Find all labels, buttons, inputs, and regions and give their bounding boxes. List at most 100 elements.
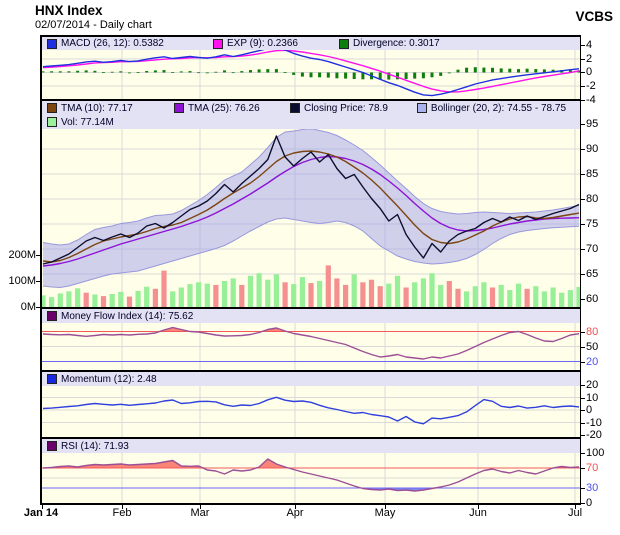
divergence-bar (413, 73, 416, 79)
volume-axis-label: 200M (0, 249, 36, 261)
divergence-bar (42, 71, 45, 72)
y-axis-tick (581, 149, 585, 150)
divergence-bar (526, 69, 529, 73)
divergence-bar (431, 73, 434, 78)
momentum-panel: Momentum (12): 2.48 (40, 370, 581, 437)
legend-color-swatch (47, 39, 57, 49)
volume-bar (58, 294, 63, 308)
y-axis-label: 50 (586, 341, 598, 353)
legend-label: Vol: 77.14M (61, 117, 114, 128)
volume-bar (231, 278, 236, 307)
volume-bar (369, 280, 374, 307)
volume-bar (525, 289, 530, 307)
macd-legend: MACD (26, 12): 0.5382EXP (9): 0.2366Dive… (42, 37, 580, 50)
divergence-bar (344, 73, 347, 79)
volume-bar (533, 286, 538, 307)
y-axis-tick (581, 347, 585, 348)
divergence-bar (284, 72, 287, 73)
divergence-bar (206, 73, 209, 74)
legend-color-swatch (47, 374, 57, 384)
volume-bar (360, 282, 365, 307)
volume-bar (213, 285, 218, 307)
volume-axis-tick (36, 255, 40, 256)
legend-label: TMA (10): 77.17 (61, 103, 133, 114)
divergence-bar (405, 73, 408, 80)
volume-bar (576, 287, 580, 307)
volume-bar (404, 288, 409, 308)
volume-bar (395, 276, 400, 307)
volume-bar (481, 282, 486, 307)
y-axis-label: 60 (586, 293, 598, 305)
legend-item: Closing Price: 78.9 (290, 103, 403, 114)
volume-bar (136, 291, 141, 307)
volume-bar (317, 281, 322, 307)
volume-bar (274, 275, 279, 308)
volume-bar (222, 281, 227, 307)
volume-bar (66, 291, 71, 307)
divergence-bar (137, 72, 140, 73)
legend-label: Closing Price: 78.9 (304, 103, 388, 114)
volume-bar (300, 277, 305, 307)
overbought-fill (43, 328, 579, 332)
y-axis-label: 80 (586, 326, 598, 338)
legend-item: Momentum (12): 2.48 (47, 374, 157, 385)
chart-page: HNX Index 02/07/2014 - Daily chart VCBS … (0, 0, 620, 535)
y-axis-tick (581, 453, 585, 454)
volume-axis-label: 0M (0, 301, 36, 313)
volume-bar (516, 284, 521, 307)
mfi-panel: Money Flow Index (14): 75.62 (40, 307, 581, 370)
y-axis-tick (581, 299, 585, 300)
divergence-bar (508, 69, 511, 73)
y-axis-tick (581, 398, 585, 399)
y-axis-tick (581, 468, 585, 469)
divergence-bar (223, 70, 226, 72)
legend-color-swatch (47, 103, 57, 113)
y-axis-label: 95 (586, 118, 598, 130)
y-axis-label: 10 (586, 392, 598, 404)
y-axis-tick (581, 224, 585, 225)
y-axis-tick (581, 332, 585, 333)
legend-color-swatch (174, 103, 184, 113)
volume-axis-tick (36, 307, 40, 308)
divergence-bar (119, 71, 122, 72)
volume-bar (326, 265, 331, 307)
y-axis-label: 0 (586, 66, 592, 78)
y-axis-tick (581, 199, 585, 200)
legend-item: TMA (25): 76.26 (174, 103, 276, 114)
volume-bar (551, 288, 556, 308)
volume-bar (110, 294, 115, 307)
legend-color-swatch (339, 39, 349, 49)
divergence-bar (292, 73, 295, 75)
y-axis-label: 0 (586, 497, 592, 509)
divergence-bar (275, 69, 278, 72)
x-axis-label: Feb (113, 507, 132, 520)
divergence-bar (335, 73, 338, 79)
divergence-bar (266, 69, 269, 72)
volume-bar (473, 286, 478, 307)
volume-bar (127, 297, 132, 307)
legend-item: EXP (9): 0.2366 (213, 38, 325, 49)
divergence-bar (327, 73, 330, 78)
legend-color-swatch (47, 311, 57, 321)
rsi-panel: RSI (14): 71.93 (40, 437, 581, 505)
y-axis-label: 85 (586, 168, 598, 180)
divergence-bar (301, 73, 304, 77)
volume-bar (49, 297, 54, 307)
legend-color-swatch (417, 103, 427, 113)
legend-color-swatch (213, 39, 223, 49)
y-axis-label: 30 (586, 482, 598, 494)
legend-label: Bollinger (20, 2): 74.55 - 78.75 (431, 103, 566, 114)
divergence-bar (163, 70, 166, 72)
volume-bar (334, 278, 339, 307)
volume-bar (92, 295, 97, 308)
divergence-bar (111, 72, 114, 73)
divergence-bar (422, 73, 425, 79)
momentum-12-line (43, 397, 579, 424)
y-axis-tick (581, 45, 585, 46)
volume-bar (559, 293, 564, 307)
x-axis-label: Jul (568, 507, 582, 520)
divergence-bar (171, 72, 174, 73)
divergence-bar (318, 73, 321, 78)
y-axis-label: 70 (586, 243, 598, 255)
volume-bar (75, 288, 80, 307)
